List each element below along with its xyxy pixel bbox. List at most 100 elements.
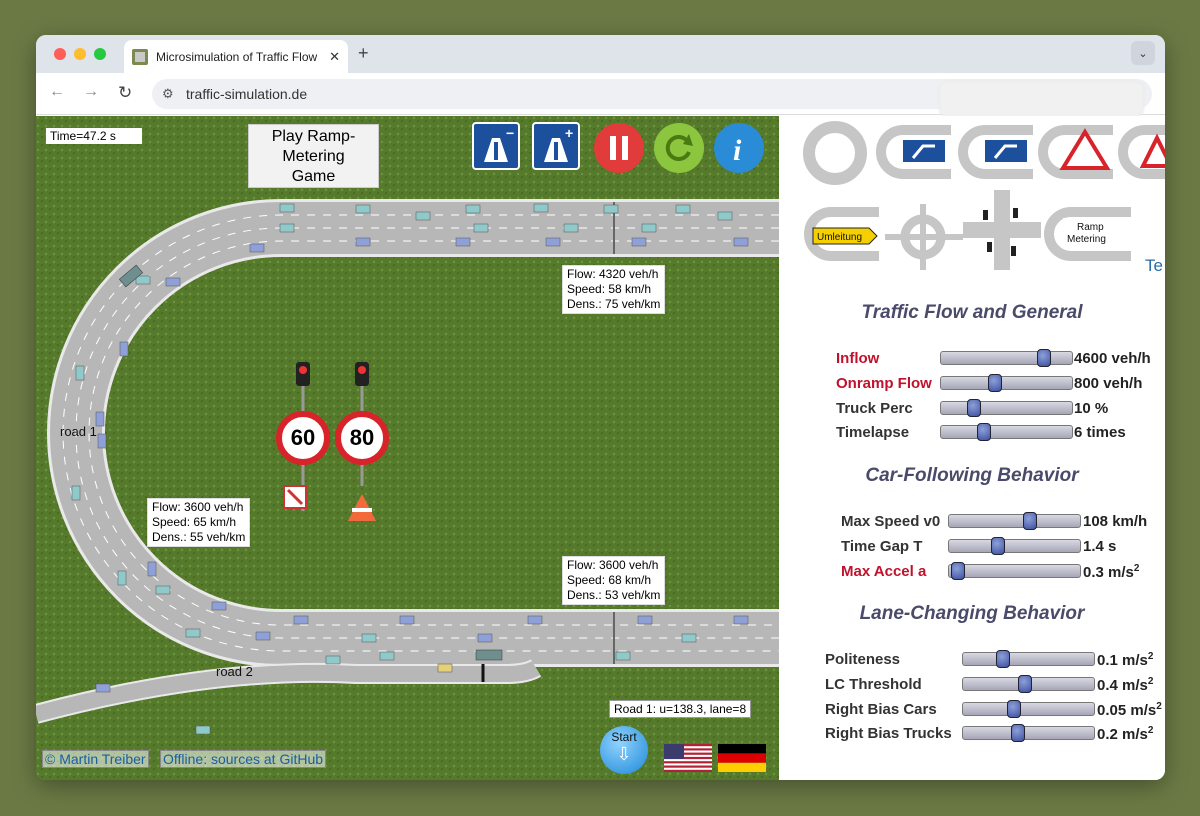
site-settings-icon[interactable]: ⚙ bbox=[162, 86, 174, 102]
density-text: Dens.: 55 veh/km bbox=[152, 530, 246, 544]
github-sources-link[interactable]: Offline: sources at GitHub bbox=[160, 750, 327, 768]
browser-tab[interactable]: Microsimulation of Traffic Flow ✕ bbox=[124, 40, 348, 73]
tab-menu-chevron-icon[interactable]: ⌄ bbox=[1131, 41, 1155, 65]
blurred-extension-area bbox=[939, 81, 1144, 117]
svg-text:Ramp: Ramp bbox=[1077, 222, 1104, 233]
author-credit-link[interactable]: © Martin Treiber bbox=[42, 750, 149, 768]
slider-lc-threshold[interactable]: LC Threshold 0.4 m/s2 bbox=[825, 673, 1165, 695]
value-text: 0.2 m/s bbox=[1097, 726, 1148, 743]
slider-time-gap[interactable]: Time Gap T 1.4 s bbox=[841, 535, 1165, 557]
scenario-thumbnails: Umleitung Ramp Metering bbox=[801, 120, 1165, 270]
slider-truck-perc[interactable]: Truck Perc 10 % bbox=[836, 397, 1165, 419]
back-arrow-icon[interactable]: ← bbox=[49, 83, 65, 101]
scenario-on-ramp[interactable] bbox=[873, 120, 951, 186]
play-ramp-metering-game-button[interactable]: Play Ramp- Metering Game bbox=[248, 124, 379, 188]
density-text: Dens.: 75 veh/km bbox=[567, 297, 661, 311]
remove-lane-icon[interactable]: − bbox=[472, 122, 520, 170]
tab-bar: Microsimulation of Traffic Flow ✕ + ⌄ bbox=[36, 35, 1165, 73]
slider-track[interactable] bbox=[940, 374, 1073, 392]
slider-label: Right Bias Cars bbox=[825, 701, 937, 718]
road-1-label: road 1 bbox=[60, 424, 97, 439]
slider-thumb[interactable] bbox=[1011, 724, 1025, 742]
slider-thumb[interactable] bbox=[988, 374, 1002, 392]
speed-text: Speed: 65 km/h bbox=[152, 515, 237, 529]
slider-thumb[interactable] bbox=[996, 650, 1010, 668]
browser-toolbar: ← → ↻ ⚙ traffic-simulation.de bbox=[36, 73, 1165, 117]
slider-track[interactable] bbox=[962, 675, 1095, 693]
slider-track[interactable] bbox=[948, 537, 1081, 555]
svg-text:Metering: Metering bbox=[1067, 234, 1106, 245]
slider-timelapse[interactable]: Timelapse 6 times bbox=[836, 421, 1165, 443]
slider-thumb[interactable] bbox=[951, 562, 965, 580]
slider-thumb[interactable] bbox=[977, 423, 991, 441]
slider-max-accel[interactable]: Max Accel a 0.3 m/s2 bbox=[841, 560, 1165, 582]
slider-track[interactable] bbox=[962, 650, 1095, 668]
close-window-button[interactable] bbox=[54, 48, 66, 60]
truncated-link-text[interactable]: Te bbox=[1145, 256, 1163, 276]
us-flag-icon[interactable] bbox=[664, 744, 712, 772]
slider-track[interactable] bbox=[940, 399, 1073, 417]
detector-info-bottom: Flow: 3600 veh/h Speed: 68 km/h Dens.: 5… bbox=[562, 556, 666, 605]
slider-thumb[interactable] bbox=[1007, 700, 1021, 718]
scenario-road-works[interactable] bbox=[1035, 120, 1113, 186]
scenario-detour[interactable]: Umleitung bbox=[801, 204, 879, 270]
slider-label: Max Speed v0 bbox=[841, 513, 941, 530]
close-tab-icon[interactable]: ✕ bbox=[329, 49, 340, 65]
scenario-roundabout[interactable] bbox=[885, 204, 963, 270]
value-text: 0.3 m/s bbox=[1083, 564, 1134, 581]
german-flag-icon[interactable] bbox=[718, 744, 766, 772]
slider-value: 1.4 s bbox=[1083, 538, 1117, 555]
slider-thumb[interactable] bbox=[1023, 512, 1037, 530]
speed-sign-60[interactable]: 60 bbox=[281, 425, 325, 451]
slider-value: 4600 veh/h bbox=[1074, 350, 1151, 367]
start-download-button[interactable]: Start ⇩ bbox=[600, 726, 648, 774]
slider-track[interactable] bbox=[962, 700, 1095, 718]
tab-title: Microsimulation of Traffic Flow bbox=[156, 49, 318, 64]
reload-icon[interactable]: ↻ bbox=[118, 83, 132, 103]
address-bar[interactable]: ⚙ traffic-simulation.de bbox=[152, 79, 1152, 117]
slider-track[interactable] bbox=[940, 349, 1073, 367]
slider-track[interactable] bbox=[948, 512, 1081, 530]
info-icon[interactable]: i bbox=[713, 122, 764, 173]
slider-right-bias-cars[interactable]: Right Bias Cars 0.05 m/s2 bbox=[825, 698, 1165, 720]
slider-value: 0.1 m/s2 bbox=[1097, 651, 1154, 669]
page-content: 60 80 Time=47.2 s Play Ramp- Metering Ga… bbox=[36, 116, 1165, 780]
slider-thumb[interactable] bbox=[991, 537, 1005, 555]
scenario-ring-road[interactable] bbox=[801, 120, 879, 186]
simulation-canvas[interactable]: 60 80 Time=47.2 s Play Ramp- Metering Ga… bbox=[36, 116, 779, 780]
add-lane-icon[interactable]: + bbox=[532, 122, 580, 170]
slider-right-bias-trucks[interactable]: Right Bias Trucks 0.2 m/s2 bbox=[825, 722, 1165, 744]
game-button-line-2: Metering bbox=[282, 148, 345, 165]
road-info-label: Road 1: u=138.3, lane=8 bbox=[609, 700, 752, 718]
new-tab-icon[interactable]: + bbox=[358, 43, 369, 64]
scenario-intersection[interactable] bbox=[963, 190, 1041, 270]
slider-track[interactable] bbox=[948, 562, 1081, 580]
slider-value: 800 veh/h bbox=[1074, 375, 1143, 392]
restart-icon[interactable] bbox=[653, 122, 704, 173]
slider-thumb[interactable] bbox=[1018, 675, 1032, 693]
speed-sign-80[interactable]: 80 bbox=[340, 425, 384, 451]
slider-politeness[interactable]: Politeness 0.1 m/s2 bbox=[825, 648, 1165, 670]
slider-thumb[interactable] bbox=[967, 399, 981, 417]
slider-track[interactable] bbox=[940, 423, 1073, 441]
slider-inflow[interactable]: Inflow 4600 veh/h bbox=[836, 347, 1165, 369]
minimize-window-button[interactable] bbox=[74, 48, 86, 60]
game-button-line-1: Play Ramp- bbox=[271, 128, 356, 145]
scenario-ramp-metering[interactable]: Ramp Metering bbox=[1041, 204, 1131, 270]
svg-text:+: + bbox=[565, 125, 573, 141]
url-text[interactable]: traffic-simulation.de bbox=[186, 86, 307, 102]
maximize-window-button[interactable] bbox=[94, 48, 106, 60]
slider-onramp-flow[interactable]: Onramp Flow 800 veh/h bbox=[836, 372, 1165, 394]
pause-icon[interactable] bbox=[593, 122, 644, 173]
slider-track[interactable] bbox=[962, 724, 1095, 742]
slider-label: LC Threshold bbox=[825, 676, 922, 693]
slider-label: Politeness bbox=[825, 651, 901, 668]
value-text: 0.05 m/s bbox=[1097, 702, 1157, 719]
forward-arrow-icon[interactable]: → bbox=[83, 83, 99, 101]
scenario-off-ramp[interactable] bbox=[955, 120, 1033, 186]
slider-max-speed[interactable]: Max Speed v0 108 km/h bbox=[841, 510, 1165, 532]
slider-label: Time Gap T bbox=[841, 538, 923, 555]
scenario-uphill[interactable] bbox=[1115, 120, 1165, 186]
slider-thumb[interactable] bbox=[1037, 349, 1051, 367]
favicon-icon bbox=[132, 48, 148, 65]
